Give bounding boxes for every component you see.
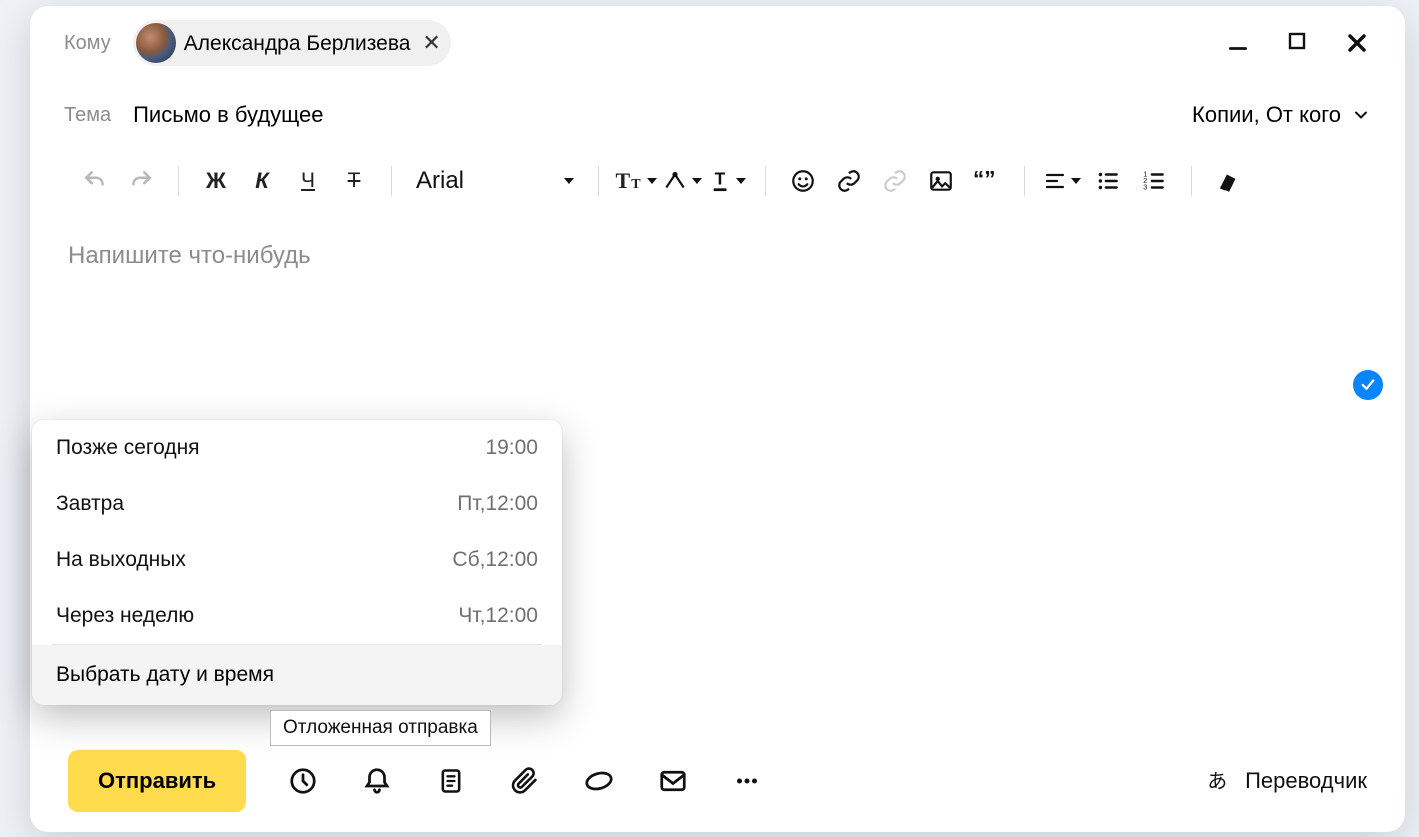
window-controls (1225, 29, 1371, 57)
recipient-chip[interactable]: Александра Берлизева ✕ (133, 20, 451, 66)
more-button[interactable] (730, 764, 764, 798)
subject-row: Тема Копии, От кого (30, 80, 1405, 150)
reminder-button[interactable] (360, 764, 394, 798)
bullet-list-button[interactable] (1085, 162, 1131, 200)
attach-button[interactable] (508, 764, 542, 798)
schedule-option-time: Сб,12:00 (452, 548, 538, 572)
unlink-button[interactable] (872, 162, 918, 200)
schedule-option-label: На выходных (56, 548, 186, 572)
svg-text:T: T (715, 168, 726, 188)
image-button[interactable] (918, 162, 964, 200)
template-button[interactable] (434, 764, 468, 798)
highlight-button[interactable] (659, 162, 705, 200)
schedule-option-time: Чт,12:00 (458, 604, 538, 628)
schedule-custom[interactable]: Выбрать дату и время (32, 645, 562, 705)
schedule-option[interactable]: Завтра Пт,12:00 (32, 476, 562, 532)
action-bar: Отправить あ Переводчик (30, 732, 1405, 832)
editor-placeholder: Напишите что-нибудь (68, 242, 311, 269)
signed-check-icon[interactable] (1353, 370, 1383, 400)
quote-button[interactable]: “” (964, 162, 1010, 200)
chevron-down-icon (736, 178, 746, 184)
avatar (136, 23, 176, 63)
schedule-option[interactable]: Позже сегодня 19:00 (32, 420, 562, 476)
redo-button[interactable] (118, 162, 164, 200)
minimize-icon[interactable] (1225, 29, 1251, 57)
subject-label: Тема (64, 104, 111, 127)
undo-button[interactable] (72, 162, 118, 200)
maximize-icon[interactable] (1285, 29, 1309, 57)
translate-icon: あ (1205, 767, 1233, 795)
svg-text:“”: “” (973, 168, 995, 192)
copies-label: Копии, От кого (1192, 102, 1341, 128)
schedule-option-label: Завтра (56, 492, 124, 516)
underline-button[interactable]: Ч (285, 162, 331, 200)
schedule-option-label: Через неделю (56, 604, 194, 628)
chevron-down-icon (647, 178, 657, 184)
inbox-button[interactable] (656, 764, 690, 798)
schedule-option[interactable]: Через неделю Чт,12:00 (32, 588, 562, 644)
cloud-attach-button[interactable] (582, 764, 616, 798)
send-button[interactable]: Отправить (68, 750, 246, 812)
to-label: Кому (64, 32, 111, 55)
schedule-option-time: Пт,12:00 (457, 492, 538, 516)
close-icon[interactable] (1343, 29, 1371, 57)
translator-label: Переводчик (1245, 768, 1367, 794)
tooltip: Отложенная отправка (270, 710, 491, 746)
schedule-option[interactable]: На выходных Сб,12:00 (32, 532, 562, 588)
clear-formatting-button[interactable] (1206, 162, 1252, 200)
font-size-button[interactable]: TT (613, 162, 659, 200)
formatting-toolbar: Ж К Ч Т Arial TT T (30, 150, 1405, 210)
emoji-button[interactable] (780, 162, 826, 200)
chevron-down-icon (1351, 105, 1371, 125)
number-list-button[interactable]: 123 (1131, 162, 1177, 200)
schedule-popup: Позже сегодня 19:00 Завтра Пт,12:00 На в… (32, 420, 562, 705)
svg-text:あ: あ (1207, 771, 1227, 793)
remove-recipient-icon[interactable]: ✕ (422, 32, 440, 54)
strikethrough-button[interactable]: Т (331, 162, 377, 200)
link-button[interactable] (826, 162, 872, 200)
recipient-name: Александра Берлизева (184, 33, 411, 54)
chevron-down-icon (1071, 178, 1081, 184)
schedule-send-button[interactable] (286, 764, 320, 798)
font-select[interactable]: Arial (406, 167, 584, 195)
align-button[interactable] (1039, 162, 1085, 200)
schedule-option-time: 19:00 (485, 436, 538, 460)
schedule-option-label: Позже сегодня (56, 436, 200, 460)
svg-text:3: 3 (1143, 182, 1147, 191)
italic-button[interactable]: К (239, 162, 285, 200)
translator-button[interactable]: あ Переводчик (1205, 767, 1367, 795)
chevron-down-icon (692, 178, 702, 184)
text-color-button[interactable]: T (705, 162, 751, 200)
compose-window: Кому Александра Берлизева ✕ Тема Копии, … (30, 6, 1405, 832)
copies-toggle[interactable]: Копии, От кого (1192, 102, 1371, 128)
bold-button[interactable]: Ж (193, 162, 239, 200)
font-name: Arial (416, 167, 464, 195)
to-row: Кому Александра Берлизева ✕ (30, 6, 1405, 80)
chevron-down-icon (564, 178, 574, 184)
subject-input[interactable] (133, 102, 733, 128)
